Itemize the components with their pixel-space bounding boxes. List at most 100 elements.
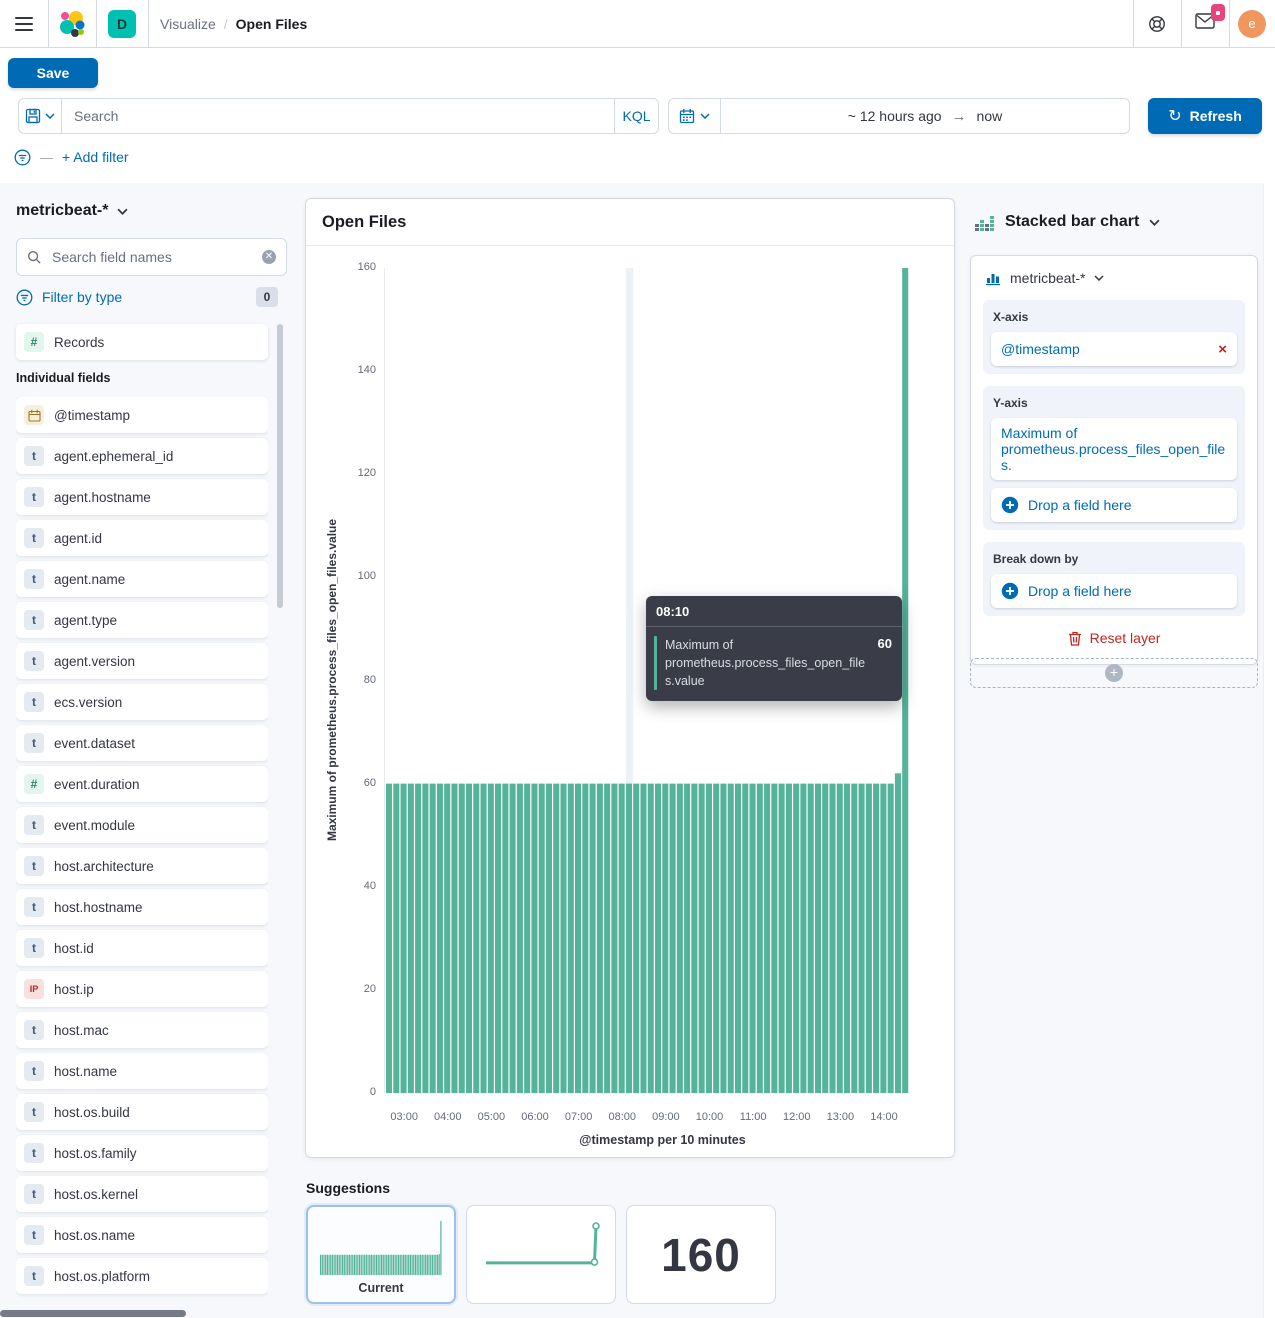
y-axis-label: Y-axis (993, 396, 1237, 410)
space-selector[interactable]: D (96, 0, 148, 47)
text-field-icon: t (24, 569, 44, 589)
field-list-item[interactable]: t host.name (16, 1053, 268, 1089)
field-name: @timestamp (54, 408, 130, 423)
x-axis-dimension[interactable]: @timestamp × (991, 332, 1237, 366)
suggestion-current[interactable]: Current (306, 1205, 456, 1304)
filter-dash: — (40, 150, 53, 165)
field-list-item[interactable]: t agent.version (16, 643, 268, 679)
hamburger-icon (15, 17, 33, 31)
field-list-item[interactable]: t host.os.build (16, 1094, 268, 1130)
breadcrumb-visualize[interactable]: Visualize (160, 16, 216, 32)
refresh-icon: ↻ (1168, 106, 1181, 126)
field-name: host.os.family (54, 1146, 137, 1161)
menu-button[interactable] (0, 0, 48, 47)
filter-set-icon[interactable] (14, 149, 31, 166)
search-input[interactable] (62, 99, 614, 133)
field-list-item[interactable]: t agent.ephemeral_id (16, 438, 268, 474)
index-pattern-name: metricbeat-* (16, 202, 108, 220)
suggestion-line-chart[interactable] (466, 1205, 616, 1304)
save-button[interactable]: Save (8, 58, 98, 88)
add-filter-button[interactable]: + Add filter (62, 149, 129, 165)
field-list-item[interactable]: t host.os.family (16, 1135, 268, 1171)
field-list-item[interactable]: t event.dataset (16, 725, 268, 761)
field-search-input[interactable] (50, 248, 254, 266)
field-name: host.id (54, 941, 94, 956)
layer-index-pattern-switcher[interactable]: metricbeat-* (985, 270, 1245, 286)
field-list-item[interactable]: t agent.id (16, 520, 268, 556)
index-pattern-switcher[interactable]: metricbeat-* (16, 202, 128, 220)
suggestion-line-preview (478, 1218, 604, 1293)
newsfeed-button[interactable] (1181, 0, 1229, 47)
field-list-item[interactable]: # event.duration (16, 766, 268, 802)
filter-bar: — + Add filter (14, 145, 129, 169)
field-list-item[interactable]: @timestamp (16, 397, 268, 433)
field-list-item[interactable]: t host.id (16, 930, 268, 966)
breadcrumb-separator: / (224, 16, 228, 32)
elastic-home-button[interactable] (48, 0, 96, 47)
fields-list-scrollbar[interactable] (277, 324, 283, 608)
clear-search-icon[interactable]: ✕ (262, 250, 276, 264)
field-list-item[interactable]: t host.os.kernel (16, 1176, 268, 1212)
y-axis-field: Maximum of prometheus.process_files_open… (1001, 425, 1227, 473)
time-to[interactable]: now (977, 108, 1003, 124)
plus-circle-icon (1001, 582, 1019, 600)
field-list-item[interactable]: t agent.name (16, 561, 268, 597)
y-tick-label: 140 (306, 364, 376, 376)
field-list-item[interactable]: t host.mac (16, 1012, 268, 1048)
x-tick-label: 05:00 (466, 1111, 516, 1123)
user-avatar: e (1238, 10, 1266, 38)
records-field[interactable]: # Records (16, 324, 268, 360)
search-icon (27, 250, 42, 265)
y-tick-label: 60 (306, 777, 376, 789)
break-down-drop-zone[interactable]: Drop a field here (991, 574, 1237, 608)
add-layer-button[interactable]: + (970, 658, 1258, 688)
refresh-label: Refresh (1190, 108, 1242, 124)
filter-by-type-row[interactable]: Filter by type 0 (16, 285, 278, 309)
y-tick-label: 120 (306, 467, 376, 479)
suggestions-heading: Suggestions (306, 1180, 390, 1196)
browser-scrollbar-track[interactable] (1263, 183, 1275, 1318)
reset-layer-button[interactable]: Reset layer (983, 630, 1245, 646)
field-list-item[interactable]: t host.hostname (16, 889, 268, 925)
refresh-button[interactable]: ↻ Refresh (1148, 98, 1262, 134)
field-list-item[interactable]: t agent.hostname (16, 479, 268, 515)
time-range-arrow: → (952, 108, 967, 125)
help-button[interactable] (1133, 0, 1181, 47)
y-axis-dimension[interactable]: Maximum of prometheus.process_files_open… (991, 418, 1237, 480)
field-name: host.os.kernel (54, 1187, 138, 1202)
time-range[interactable]: ~ 12 hours ago → now (721, 99, 1129, 133)
x-axis-field: @timestamp (1001, 341, 1080, 357)
y-tick-label: 40 (306, 880, 376, 892)
field-list-item[interactable]: t ecs.version (16, 684, 268, 720)
drop-field-label: Drop a field here (1028, 583, 1132, 599)
time-from[interactable]: ~ 12 hours ago (848, 108, 942, 124)
field-list-item[interactable]: t host.os.name (16, 1217, 268, 1253)
field-name: ecs.version (54, 695, 122, 710)
query-language-button[interactable]: KQL (614, 99, 658, 133)
break-down-group: Break down by Drop a field here (983, 542, 1245, 616)
page-title: Open Files (236, 16, 308, 32)
x-tick-label: 08:00 (597, 1111, 647, 1123)
date-quick-menu-button[interactable] (669, 99, 721, 133)
field-list-item[interactable]: t host.architecture (16, 848, 268, 884)
remove-dimension-icon[interactable]: × (1218, 342, 1227, 357)
chevron-down-icon (117, 208, 128, 215)
horizontal-scrollbar[interactable] (0, 1310, 186, 1317)
field-list-item[interactable]: IP host.ip (16, 971, 268, 1007)
field-list-item[interactable]: t agent.type (16, 602, 268, 638)
suggestion-current-label: Current (308, 1281, 454, 1295)
field-name: agent.name (54, 572, 125, 587)
text-field-icon: t (24, 1225, 44, 1245)
divider (148, 0, 149, 47)
suggestion-metric[interactable]: 160 (626, 1205, 776, 1304)
x-tick-label: 12:00 (772, 1111, 822, 1123)
field-list-item[interactable]: t event.module (16, 807, 268, 843)
field-list-item[interactable]: t host.os.platform (16, 1258, 268, 1294)
saved-query-menu-button[interactable] (19, 99, 62, 133)
chart-type-switcher[interactable]: Stacked bar chart (975, 212, 1160, 232)
y-tick-label: 100 (306, 570, 376, 582)
user-menu-button[interactable]: e (1229, 0, 1275, 47)
text-field-icon: t (24, 733, 44, 753)
y-axis-drop-zone[interactable]: Drop a field here (991, 488, 1237, 522)
chart-title: Open Files (306, 199, 954, 246)
